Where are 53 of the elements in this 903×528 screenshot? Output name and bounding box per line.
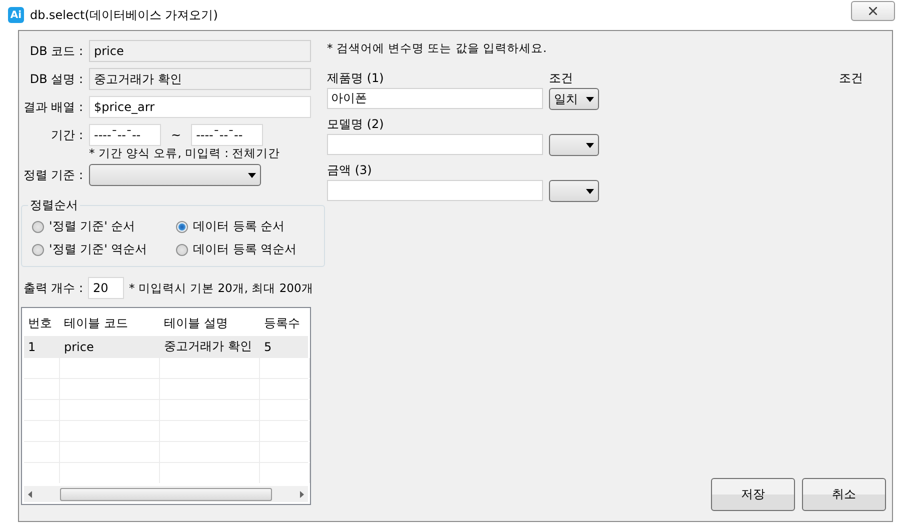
column-header[interactable]: 등록수 — [260, 314, 310, 332]
horizontal-scrollbar[interactable] — [24, 486, 308, 502]
condition-dropdown[interactable]: 일치 — [549, 88, 599, 110]
condition-dropdown[interactable] — [549, 180, 599, 202]
field-label: DB 설명 : — [28, 70, 83, 88]
dropdown-arrow-icon — [586, 96, 594, 102]
column-header[interactable]: 번호 — [24, 314, 60, 332]
dropdown-arrow-icon — [248, 172, 256, 178]
radio-option[interactable]: 데이터 등록 역순서 — [176, 241, 316, 258]
scroll-right-icon[interactable] — [300, 490, 304, 498]
field-label: 금액 (3) — [327, 162, 373, 178]
range-separator: ~ — [171, 128, 182, 142]
table-cell-text: price — [63, 340, 95, 354]
condition-dropdown[interactable] — [549, 134, 599, 156]
group-title: 정렬순서 — [29, 197, 79, 214]
dropdown-arrow-icon — [586, 188, 594, 194]
field-label: 모델명 (2) — [327, 116, 385, 132]
dialog-button[interactable]: 취소 — [802, 478, 886, 511]
close-icon — [869, 7, 877, 15]
date-field[interactable]: ----¯--¯-- — [191, 124, 264, 146]
condition-header: 조건 — [549, 70, 574, 86]
close-button[interactable] — [851, 1, 895, 21]
search-field[interactable] — [327, 180, 543, 201]
period-note: * 기간 양식 오류, 미입력 : 전체기간 — [89, 146, 280, 160]
column-header[interactable]: 테이블 코드 — [60, 314, 160, 332]
condition-header: 조건 — [839, 70, 863, 86]
text-field[interactable]: $price_arr — [89, 96, 311, 118]
field-label: 제품명 (1) — [327, 70, 385, 86]
column-header[interactable]: 테이블 설명 — [160, 314, 260, 332]
table-cell-text: 5 — [263, 340, 273, 354]
field-label: 결과 배열 : — [22, 98, 83, 116]
count-field[interactable]: 20 — [88, 277, 124, 299]
radio-option[interactable]: 데이터 등록 순서 — [176, 218, 316, 235]
table-cell-text: 1 — [27, 340, 37, 354]
sort-dropdown[interactable] — [89, 164, 261, 186]
search-field[interactable] — [327, 134, 543, 155]
scroll-left-icon[interactable] — [28, 490, 32, 498]
dialog-button[interactable]: 저장 — [711, 478, 795, 511]
table-row[interactable]: 1 price 중고거래가 확인 5 — [24, 336, 308, 357]
count-note: * 미입력시 기본 20개, 최대 200개 — [129, 280, 314, 296]
radio-option[interactable]: '정렬 기준' 역순서 — [32, 241, 176, 258]
search-field[interactable]: 아이폰 — [327, 88, 543, 109]
field-label: DB 코드 : — [28, 42, 83, 60]
dropdown-arrow-icon — [586, 142, 594, 148]
window-title: db.select(데이터베이스 가져오기) — [30, 6, 219, 24]
field-label: 기간 : — [50, 126, 83, 144]
date-field[interactable]: ----¯--¯-- — [89, 124, 161, 146]
search-note: * 검색어에 변수명 또는 값을 입력하세요. — [327, 41, 548, 56]
field-label: 정렬 기준 : — [22, 166, 83, 184]
radio-option[interactable]: '정렬 기준' 순서 — [32, 218, 176, 235]
field-label: 출력 개수 : — [22, 280, 83, 296]
table-cell-text: 중고거래가 확인 — [163, 338, 253, 355]
app-icon: Ai — [8, 7, 24, 23]
